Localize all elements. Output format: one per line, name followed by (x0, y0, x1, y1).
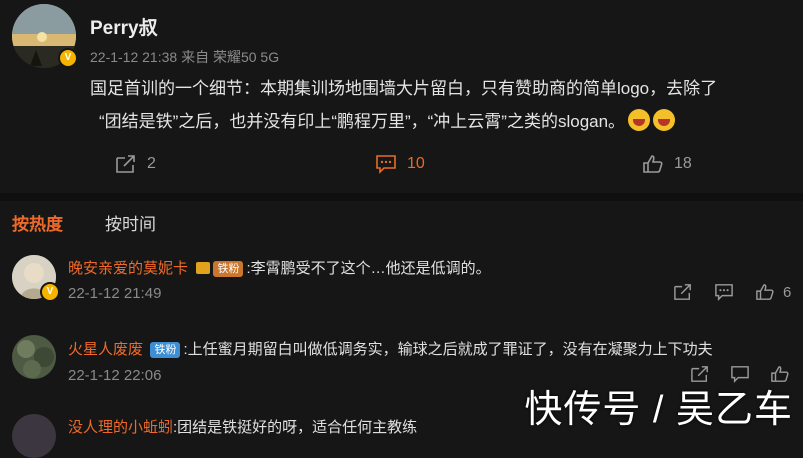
comment-like-button[interactable]: 6 (755, 283, 791, 301)
comment-button[interactable]: 10 (375, 154, 425, 174)
comment-time: 22-1-12 21:49 (68, 285, 162, 302)
commenter-avatar[interactable] (12, 414, 56, 458)
commenter-name[interactable]: 没人理的小蚯蚓 (68, 419, 173, 436)
laughing-emoji-icon (628, 109, 651, 131)
like-icon (643, 155, 663, 173)
comment-icon (376, 155, 396, 174)
comment-text: :团结是铁挺好的呀，适合任何主教练 (173, 419, 418, 436)
comment-icon (715, 284, 733, 301)
watermark: 快传号 / 吴乙车 (524, 389, 793, 431)
comment-time: 22-1-12 22:06 (68, 367, 162, 384)
verified-badge-icon: V (58, 48, 78, 68)
commenter-name[interactable]: 晚安亲爱的莫妮卡 (68, 260, 188, 277)
post-text-line-2-content: “团结是铁”之后，也并没有印上“鹏程万里”，“冲上云霄”之类的slogan。 (99, 112, 626, 131)
fan-badge: 铁粉 (213, 261, 244, 277)
comment-share-button[interactable] (673, 283, 693, 301)
tab-sort-by-hot[interactable]: 按热度 (12, 210, 63, 235)
commenter-name[interactable]: 火星人废废 (68, 341, 143, 358)
comment-text: :上任蜜月期留白叫做低调务实，输球之后就成了罪证了，没有在凝聚力上下功夫 (183, 341, 713, 358)
post-text-line-1: 国足首训的一个细节：本期集训场地围墙大片留白，只有赞助商的简单logo，去除了 (90, 79, 718, 98)
post-text-line-2: “团结是铁”之后，也并没有印上“鹏程万里”，“冲上云霄”之类的slogan。 (90, 105, 790, 138)
like-count: 18 (674, 155, 692, 172)
fan-badge: 铁粉 (150, 342, 181, 358)
post-meta: 22-1-12 21:38 来自 荣耀50 5G (90, 49, 280, 65)
post-author-name[interactable]: Perry叔 (90, 13, 158, 40)
comment-row-2: 火星人废废 铁粉:上任蜜月期留白叫做低调务实，输球之后就成了罪证了，没有在凝聚力… (68, 338, 713, 359)
post-text: 国足首训的一个细节：本期集训场地围墙大片留白，只有赞助商的简单logo，去除了 … (90, 72, 790, 138)
like-button[interactable]: 18 (642, 154, 692, 174)
comment-row-1: 晚安亲爱的莫妮卡 铁粉:李霄鹏受不了这个…他还是低调的。 (68, 257, 491, 278)
comment-count: 10 (407, 155, 425, 172)
comment-row-3: 没人理的小蚯蚓:团结是铁挺好的呀，适合任何主教练 (68, 416, 417, 437)
verified-badge-icon: V (40, 282, 60, 302)
share-icon (116, 155, 135, 173)
share-icon (674, 284, 691, 300)
laughing-emoji-icon (653, 109, 676, 131)
section-divider (0, 193, 803, 201)
share-count: 2 (147, 155, 156, 172)
share-button[interactable]: 2 (115, 154, 156, 174)
like-icon (756, 284, 774, 300)
comment-text: :李霄鹏受不了这个…他还是低调的。 (246, 260, 491, 277)
vip-crown-icon (196, 262, 211, 274)
tab-sort-by-time[interactable]: 按时间 (105, 210, 156, 235)
comment-reply-button[interactable] (714, 283, 734, 301)
commenter-avatar[interactable] (12, 335, 56, 379)
comment-like-count: 6 (783, 283, 792, 301)
